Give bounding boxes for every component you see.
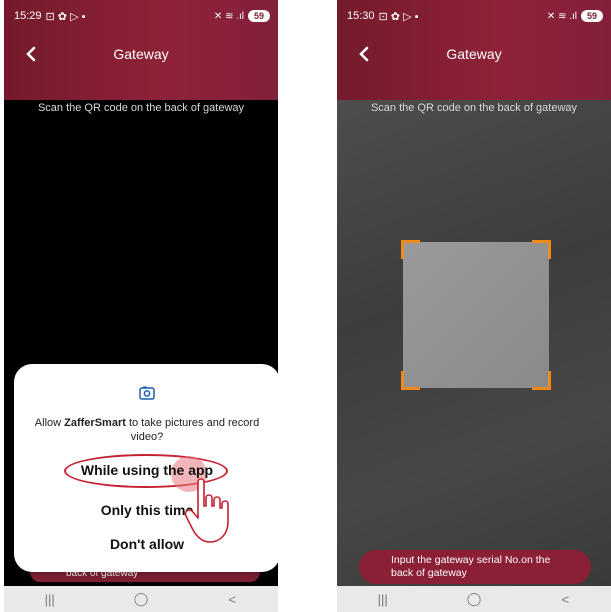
status-notification-icons: ⊡ ✿ ▷ •: [378, 10, 419, 23]
dialog-message-prefix: Allow: [34, 417, 65, 429]
status-bar: 15:29 ⊡ ✿ ▷ • ✕ ≋ .ıl 59: [14, 8, 270, 24]
status-time: 15:29: [14, 10, 42, 22]
serial-button-line1: Input the gateway serial No.on the: [391, 554, 551, 566]
permission-dialog: Allow ZafferSmart to take pictures and r…: [14, 364, 278, 572]
recents-button[interactable]: |||: [363, 592, 403, 607]
scan-hint: Scan the QR code on the back of gateway: [370, 102, 578, 114]
input-serial-button[interactable]: Input the gateway serial No.on the back …: [359, 550, 591, 584]
battery-icon: 59: [581, 10, 603, 22]
status-bar: 15:30 ⊡ ✿ ▷ • ✕ ≋ .ıl 59: [347, 8, 603, 24]
page-title: Gateway: [446, 46, 502, 62]
status-time: 15:30: [347, 10, 375, 22]
nav-back-button[interactable]: <: [545, 592, 585, 607]
camera-icon: [139, 386, 155, 400]
hand-pointer-icon: [184, 478, 229, 543]
scan-corner: [401, 371, 420, 390]
home-button[interactable]: ◯: [454, 591, 494, 607]
serial-button-line2: back of gateway: [391, 567, 467, 579]
phone-screen-right: 15:30 ⊡ ✿ ▷ • ✕ ≋ .ıl 59 Gateway Scan th…: [337, 0, 611, 612]
scan-hint: Scan the QR code on the back of gateway: [37, 102, 245, 114]
home-button[interactable]: ◯: [121, 591, 161, 607]
dialog-message: Allow ZafferSmart to take pictures and r…: [28, 416, 266, 444]
status-notification-icons: ⊡ ✿ ▷ •: [45, 10, 86, 23]
phone-screen-left: 15:29 ⊡ ✿ ▷ • ✕ ≋ .ıl 59 Gateway Scan th…: [4, 0, 278, 612]
dialog-app-name: ZafferSmart: [64, 417, 126, 429]
scan-corner: [401, 240, 420, 259]
nav-back-button[interactable]: <: [212, 592, 252, 607]
scan-corner: [532, 240, 551, 259]
scan-corner: [532, 371, 551, 390]
page-title: Gateway: [113, 46, 169, 62]
dialog-message-suffix: to take pictures and record video?: [125, 417, 260, 443]
signal-icons: ✕ ≋ .ıl: [213, 10, 244, 22]
battery-icon: 59: [248, 10, 270, 22]
system-nav-bar: ||| ◯ <: [337, 586, 611, 612]
signal-icons: ✕ ≋ .ıl: [546, 10, 577, 22]
qr-scan-frame: [401, 240, 551, 390]
system-nav-bar: ||| ◯ <: [4, 586, 278, 612]
recents-button[interactable]: |||: [30, 592, 70, 607]
